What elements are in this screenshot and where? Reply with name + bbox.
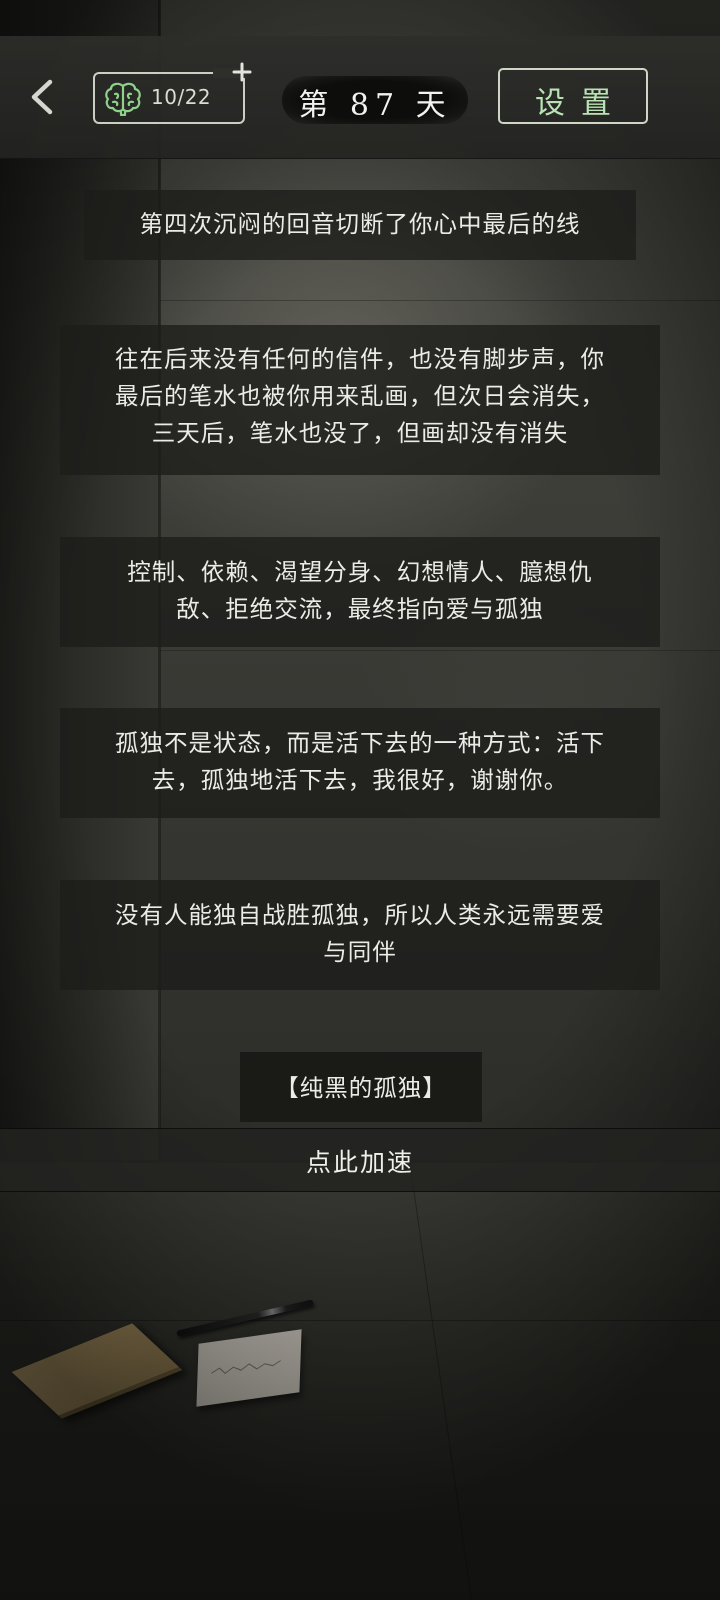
ending-title: 【纯黑的孤独】 [240, 1052, 482, 1122]
scribble-icon [211, 1360, 281, 1375]
brain-icon [105, 82, 141, 116]
story-block-3: 控制、依赖、渴望分身、幻想情人、臆想仇 敌、拒绝交流，最终指向爱与孤独 [60, 537, 660, 647]
story-line: 控制、依赖、渴望分身、幻想情人、臆想仇 [127, 558, 593, 586]
story-line: 三天后，笔水也没了，但画却没有消失 [151, 419, 569, 447]
story-line: 孤独不是状态，而是活下去的一种方式：活下 [115, 729, 605, 757]
story-line: 第四次沉闷的回音切断了你心中最后的线 [139, 210, 581, 238]
brain-counter[interactable]: 10/22 [93, 68, 247, 124]
speedup-label: 点此加速 [305, 1148, 414, 1177]
back-button[interactable] [22, 72, 62, 120]
plus-icon[interactable] [232, 62, 252, 82]
speedup-button[interactable]: 点此加速 [0, 1128, 720, 1192]
brain-count: 10/22 [151, 85, 212, 109]
wall-seam [160, 650, 720, 651]
story-block-1: 第四次沉闷的回音切断了你心中最后的线 [84, 190, 636, 260]
day-badge: 第 87 天 [282, 76, 468, 124]
story-block-5: 没有人能独自战胜孤独，所以人类永远需要爱 与同伴 [60, 880, 660, 990]
day-label: 第 87 天 [298, 88, 452, 123]
story-line: 没有人能独自战胜孤独，所以人类永远需要爱 [115, 901, 605, 929]
story-line: 与同伴 [323, 938, 397, 966]
story-line: 敌、拒绝交流，最终指向爱与孤独 [176, 595, 544, 623]
story-line: 去，孤独地活下去，我很好，谢谢你。 [151, 766, 569, 794]
floor-seam [0, 1320, 720, 1321]
floor-seam [409, 1160, 472, 1600]
settings-label: 设置 [535, 86, 627, 121]
wall-seam [160, 300, 720, 301]
story-line: 往在后来没有任何的信件，也没有脚步声，你 [115, 345, 605, 373]
story-block-4: 孤独不是状态，而是活下去的一种方式：活下 去，孤独地活下去，我很好，谢谢你。 [60, 708, 660, 818]
settings-button[interactable]: 设置 [498, 68, 648, 124]
chevron-left-icon [31, 79, 53, 115]
story-block-2: 往在后来没有任何的信件，也没有脚步声，你 最后的笔水也被你用来乱画，但次日会消失… [60, 325, 660, 475]
story-line: 最后的笔水也被你用来乱画，但次日会消失， [115, 382, 605, 410]
top-bar: 10/22 第 87 天 设置 [0, 36, 720, 159]
